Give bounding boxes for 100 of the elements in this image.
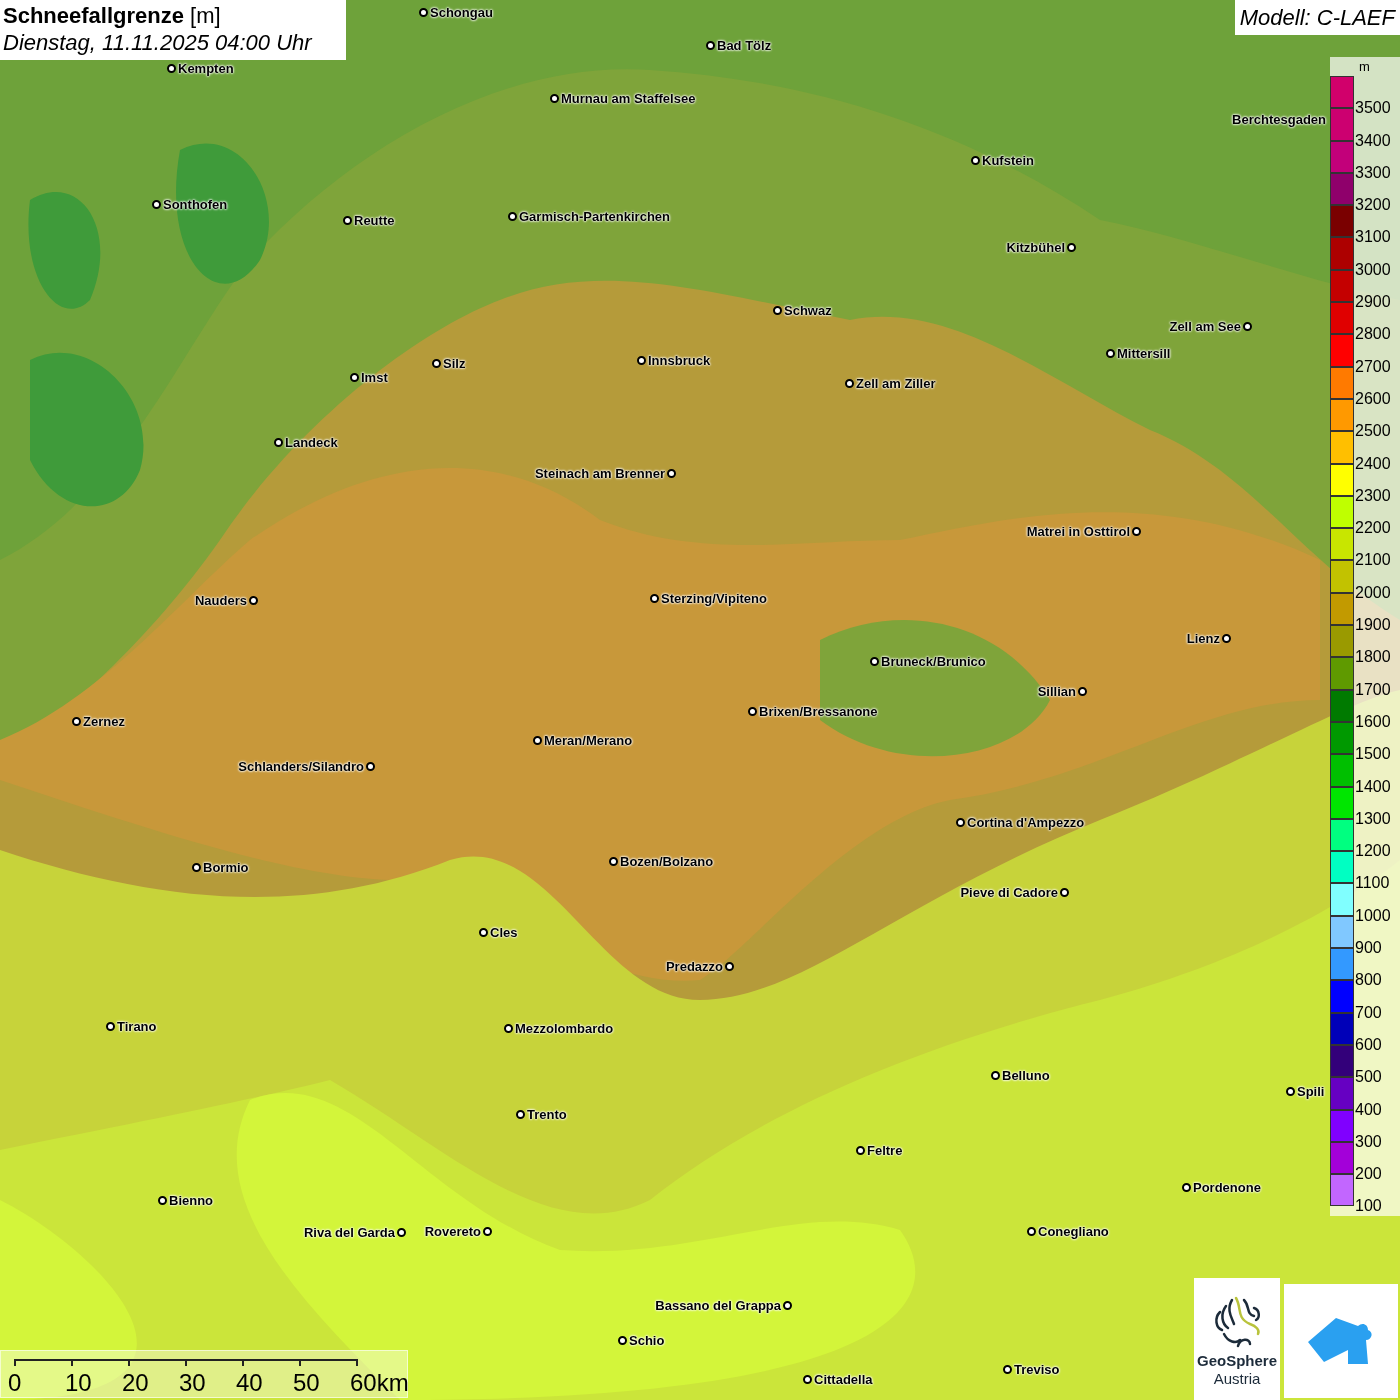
- mountain-logo-icon: [1308, 1318, 1374, 1364]
- city-label: Reutte: [354, 214, 395, 227]
- city-label: Silz: [443, 357, 466, 370]
- legend-value: 3500: [1354, 100, 1391, 117]
- city-label: Belluno: [1002, 1069, 1050, 1082]
- legend-value: 2300: [1354, 487, 1391, 504]
- scale-label: 0: [8, 1371, 22, 1395]
- city-label: Rovereto: [424, 1225, 481, 1238]
- city-label: Kitzbühel: [1006, 241, 1065, 254]
- city-label: Bruneck/Brunico: [881, 655, 986, 668]
- legend-value: 1700: [1354, 681, 1391, 698]
- city-label: Predazzo: [665, 960, 723, 973]
- logo-subname: Austria: [1213, 1370, 1261, 1388]
- legend-value: 2100: [1354, 552, 1391, 569]
- city-label: Bienno: [169, 1194, 214, 1207]
- legend-value: 2000: [1354, 584, 1391, 601]
- legend-unit: m: [1358, 58, 1371, 76]
- city-label: Zell am Ziller: [856, 377, 936, 390]
- city-label: Schongau: [430, 6, 493, 19]
- scale-label: 10: [65, 1371, 92, 1395]
- scale-label: 60km: [350, 1371, 409, 1395]
- city-label: Schio: [629, 1334, 665, 1347]
- legend-value: 3400: [1354, 132, 1391, 149]
- city-label: Pordenone: [1193, 1181, 1261, 1194]
- city-label: Meran/Merano: [544, 734, 633, 747]
- city-label: Feltre: [867, 1144, 903, 1157]
- city-label: Sterzing/Vipiteno: [661, 592, 767, 605]
- legend-value: 2800: [1354, 326, 1391, 343]
- city-label: Berchtesgaden: [1232, 113, 1326, 126]
- city-label: Conegliano: [1038, 1225, 1109, 1238]
- city-label: Bad Tölz: [717, 39, 772, 52]
- legend-value: 2500: [1354, 423, 1391, 440]
- legend-value: 1500: [1354, 746, 1391, 763]
- city-label: Mezzolombardo: [515, 1022, 614, 1035]
- legend-value: 2200: [1354, 520, 1391, 537]
- city-label: Murnau am Staffelsee: [561, 92, 696, 105]
- legend-value: 600: [1354, 1036, 1382, 1053]
- legend-value: 500: [1354, 1069, 1382, 1086]
- scale-label: 50: [293, 1371, 320, 1395]
- city-label: Pieve di Cadore: [960, 886, 1058, 899]
- city-label: Bormio: [203, 861, 249, 874]
- city-label: Cittadella: [814, 1373, 873, 1386]
- legend-value: 1400: [1354, 778, 1391, 795]
- city-label: Cortina d'Ampezzo: [967, 816, 1085, 829]
- city-label: Brixen/Bressanone: [759, 705, 878, 718]
- city-label: Innsbruck: [648, 354, 711, 367]
- legend-value: 200: [1354, 1166, 1382, 1183]
- legend-value: 300: [1354, 1133, 1382, 1150]
- city-label: Sillian: [1037, 685, 1076, 698]
- city-label: Schlanders/Silandro: [238, 760, 364, 773]
- city-label: Schwaz: [784, 304, 832, 317]
- legend-value: 1300: [1354, 810, 1391, 827]
- legend-value: 1200: [1354, 843, 1391, 860]
- city-label: Riva del Garda: [303, 1226, 395, 1239]
- logo-name: GeoSphere: [1197, 1352, 1277, 1370]
- legend-value: 2600: [1354, 390, 1391, 407]
- city-label: Bassano del Grappa: [655, 1299, 781, 1312]
- legend-value: 2400: [1354, 455, 1391, 472]
- city-label: Bozen/Bolzano: [620, 855, 714, 868]
- legend-value: 800: [1354, 972, 1382, 989]
- legend-value: 900: [1354, 940, 1382, 956]
- city-label: Nauders: [194, 594, 247, 607]
- legend-value: 400: [1354, 1101, 1382, 1118]
- city-label: Mittersill: [1117, 347, 1171, 360]
- city-label: Garmisch-Partenkirchen: [519, 210, 670, 223]
- city-label: Trento: [527, 1108, 567, 1121]
- scale-bar-icon: [14, 1359, 358, 1367]
- legend-value: 1800: [1354, 649, 1391, 666]
- city-label: Kufstein: [982, 154, 1034, 167]
- legend-value: 1900: [1354, 617, 1391, 634]
- legend-value: 3300: [1354, 164, 1391, 181]
- legend-value: 3000: [1354, 261, 1391, 278]
- city-label: Cles: [490, 926, 518, 939]
- city-label: Zell am See: [1169, 320, 1241, 333]
- city-label: Imst: [361, 371, 388, 384]
- map-title: Schneefallgrenze [m]: [3, 2, 222, 29]
- legend-value: 1100: [1354, 875, 1390, 892]
- city-label: Landeck: [285, 436, 338, 449]
- city-label: Kempten: [178, 62, 234, 75]
- city-label: Steinach am Brenner: [534, 467, 665, 480]
- city-label: Matrei in Osttirol: [1026, 525, 1130, 538]
- legend-value: 1000: [1354, 907, 1391, 924]
- city-label: Lienz: [1186, 632, 1220, 645]
- scale-label: 20: [122, 1371, 149, 1395]
- legend-value: 2900: [1354, 294, 1391, 311]
- city-label: Treviso: [1014, 1363, 1060, 1376]
- city-label: Spili: [1297, 1085, 1325, 1098]
- map-date: Dienstag, 11.11.2025 04:00 Uhr: [3, 29, 314, 57]
- model-label: Modell: C-LAEF: [1234, 0, 1400, 35]
- city-label: Zernez: [83, 715, 125, 728]
- legend-value: 100: [1354, 1198, 1382, 1215]
- legend-value: 2700: [1354, 358, 1391, 375]
- legend-value: 3100: [1354, 229, 1391, 246]
- scale-label: 30: [179, 1371, 206, 1395]
- scale-label: 40: [236, 1371, 263, 1395]
- legend-value: 700: [1354, 1004, 1382, 1021]
- city-label: Sonthofen: [163, 198, 228, 211]
- city-label: Tirano: [117, 1020, 157, 1033]
- legend-value: 1600: [1354, 713, 1391, 730]
- legend-value: 3200: [1354, 197, 1391, 214]
